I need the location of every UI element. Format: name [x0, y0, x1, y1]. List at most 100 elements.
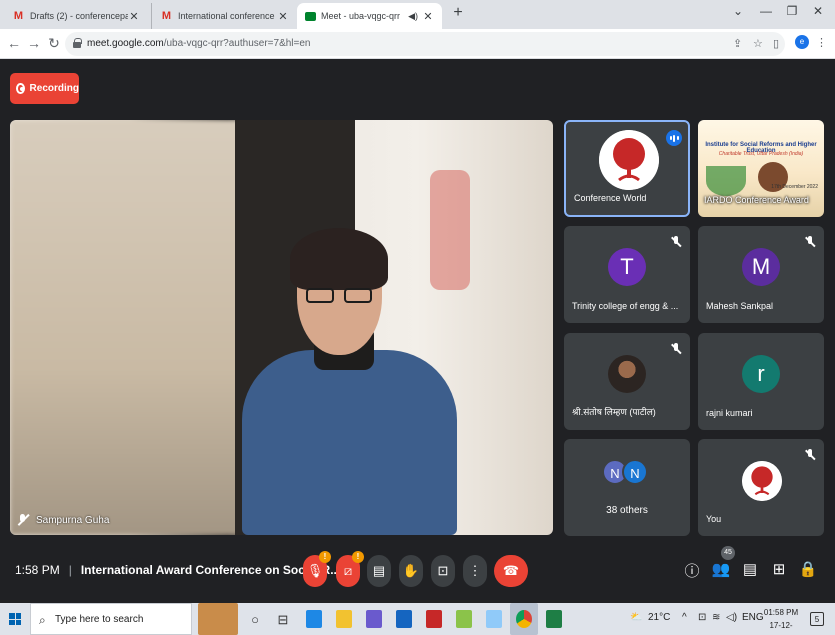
wifi-icon[interactable]: ≋ — [712, 612, 720, 623]
avatar: N — [622, 459, 648, 485]
self-tile[interactable]: You — [698, 439, 824, 536]
search-placeholder: Type here to search — [55, 614, 144, 625]
present-button[interactable]: ⊡ — [431, 555, 455, 587]
windows-start-icon[interactable] — [9, 613, 21, 625]
tab-international-conference-mail[interactable]: M International conference Mail ✕ — [151, 3, 297, 29]
browser-tab-strip: M Drafts (2) - conferencepaper626@ ✕ M I… — [0, 0, 835, 29]
speaker-icon[interactable]: ◀) — [408, 11, 418, 22]
mic-off-icon — [802, 234, 818, 250]
reload-icon[interactable]: ↻ — [46, 35, 62, 52]
url-host: meet.google.com — [87, 38, 164, 49]
chevron-down-icon[interactable]: ⌄ — [728, 4, 748, 18]
tab-label: International conference Mail — [178, 11, 277, 21]
app-icon[interactable] — [456, 610, 472, 628]
window-close-button[interactable]: ✕ — [808, 4, 828, 18]
close-icon[interactable]: ✕ — [128, 10, 140, 23]
speaking-indicator-icon — [666, 130, 682, 146]
participant-tile[interactable]: श्री.संतोष लिम्हण (पाटील) — [564, 333, 690, 430]
raise-hand-button[interactable]: ✋ — [399, 555, 423, 587]
chevron-up-icon[interactable]: ^ — [682, 612, 687, 623]
gmail-icon: M — [13, 9, 24, 22]
star-icon[interactable]: ☆ — [753, 37, 763, 50]
weather-temp[interactable]: 21°C — [648, 612, 670, 623]
participant-tile[interactable]: Institute for Social Reforms and Higher … — [698, 120, 824, 217]
speaker-video — [242, 350, 457, 535]
filezilla-icon[interactable] — [426, 610, 442, 628]
participant-tile[interactable]: Conference World — [564, 120, 690, 217]
speaker-video — [290, 228, 388, 290]
recording-label: Recording — [29, 83, 79, 94]
taskbar-clock[interactable]: 01:58 PM 17-12-2022 — [763, 606, 799, 635]
excel-icon[interactable] — [546, 610, 562, 628]
camera-toggle-button[interactable]: ⧄ ! — [336, 551, 364, 587]
meeting-info: 1:58 PM | International Award Conference… — [15, 563, 340, 577]
network-icon[interactable]: ⊡ — [698, 612, 706, 623]
chat-button[interactable]: ▤ — [740, 560, 760, 578]
maximize-button[interactable]: ❐ — [782, 4, 802, 18]
banner-line2: Charitable Trust, Uttar Pradesh (India) — [718, 151, 804, 157]
main-video-tile[interactable]: Sampurna Guha — [10, 120, 553, 535]
back-icon[interactable]: ← — [6, 35, 22, 51]
volume-icon[interactable]: ◁) — [726, 612, 737, 623]
warning-badge: ! — [352, 551, 364, 563]
speaker-video — [306, 288, 374, 304]
separator: | — [68, 563, 72, 577]
notification-center-icon[interactable]: 5 — [810, 612, 824, 626]
people-button[interactable]: 👥 — [711, 560, 731, 578]
others-count: 38 others — [606, 505, 648, 516]
weather-icon[interactable]: ⛅ — [630, 612, 642, 623]
meeting-details-button[interactable]: ⓘ — [682, 560, 702, 581]
profile-avatar[interactable]: e — [795, 35, 809, 49]
url-path: /uba-vqgc-qrr?authuser=7&hl=en — [163, 38, 311, 49]
sidebar-icon[interactable]: ▯ — [773, 37, 779, 50]
avatar — [608, 355, 646, 393]
taskbar-search[interactable]: ⌕ Type here to search — [30, 603, 192, 635]
host-controls-button[interactable]: 🔒 — [798, 560, 818, 578]
participant-tile[interactable]: T Trinity college of engg & ... — [564, 226, 690, 323]
participant-name: श्री.संतोष लिम्हण (पाटील) — [572, 407, 656, 417]
meeting-title: International Award Conference on Social… — [80, 563, 341, 577]
more-options-button[interactable]: ⋮ — [463, 555, 487, 587]
task-view-icon[interactable]: ⊟ — [274, 611, 292, 628]
language-indicator[interactable]: ENG — [742, 612, 764, 623]
menu-icon[interactable]: ⋮ — [816, 36, 827, 49]
address-bar[interactable]: meet.google.com/uba-vqgc-qrr?authuser=7&… — [65, 32, 785, 56]
participant-name: Conference World — [574, 193, 647, 203]
activities-button[interactable]: ⊞ — [769, 560, 789, 578]
clock-date: 17-12-2022 — [769, 621, 793, 635]
search-highlight-image[interactable] — [198, 603, 238, 635]
close-icon[interactable]: ✕ — [422, 10, 434, 23]
forward-icon[interactable]: → — [26, 35, 42, 51]
video-background — [430, 170, 470, 290]
store-icon[interactable] — [366, 610, 382, 628]
address-bar-row: ← → ↻ meet.google.com/uba-vqgc-qrr?authu… — [0, 29, 835, 59]
minimize-button[interactable]: — — [756, 4, 776, 18]
tab-drafts[interactable]: M Drafts (2) - conferencepaper626@ ✕ — [4, 3, 148, 29]
mic-off-icon — [668, 341, 684, 357]
camera-off-icon: ⧄ — [343, 563, 353, 578]
participant-tile[interactable]: M Mahesh Sankpal — [698, 226, 824, 323]
file-explorer-icon[interactable] — [336, 610, 352, 628]
cortana-icon[interactable]: ○ — [246, 611, 264, 628]
new-tab-button[interactable]: + — [450, 4, 466, 22]
hang-up-icon: ☎ — [502, 563, 520, 578]
share-icon[interactable]: ⇪ — [733, 37, 742, 50]
conference-world-logo — [599, 130, 659, 190]
lock-icon[interactable] — [73, 38, 82, 48]
chrome-icon[interactable] — [516, 610, 532, 628]
main-speaker-label: Sampurna Guha — [36, 514, 110, 526]
recording-badge[interactable]: Recording — [10, 73, 79, 104]
url-text[interactable]: meet.google.com/uba-vqgc-qrr?authuser=7&… — [87, 38, 310, 49]
clock-time: 01:58 PM — [763, 608, 799, 617]
hand-icon: ✋ — [402, 563, 420, 578]
leave-call-button[interactable]: ☎ — [494, 555, 528, 587]
notepad-icon[interactable] — [486, 610, 502, 628]
close-icon[interactable]: ✕ — [277, 10, 289, 23]
others-tile[interactable]: N N 38 others — [564, 439, 690, 536]
captions-button[interactable]: ▤ — [367, 555, 391, 587]
tab-meet[interactable]: Meet - uba-vqgc-qrr ◀) ✕ — [297, 3, 442, 29]
mic-toggle-button[interactable]: 🎙 ! — [303, 551, 331, 587]
edge-icon[interactable] — [306, 610, 322, 628]
participant-tile[interactable]: r rajni kumari — [698, 333, 824, 430]
mail-icon[interactable] — [396, 610, 412, 628]
